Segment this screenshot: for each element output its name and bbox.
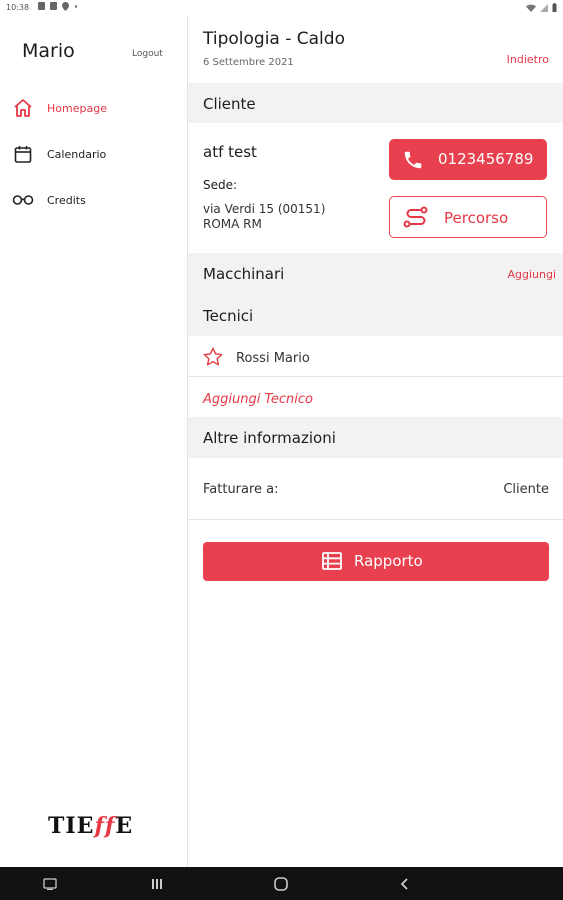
phone-icon: [402, 149, 424, 171]
sidebar-item-label: Calendario: [47, 147, 107, 161]
system-nav-bar: [0, 867, 563, 900]
status-time: 10:38: [6, 3, 30, 12]
report-button[interactable]: Rapporto: [203, 542, 549, 581]
list-item-technician[interactable]: Rossi Mario: [188, 336, 563, 377]
section-header-macchinari: Macchinari Aggiungi: [188, 253, 563, 295]
section-title: Altre informazioni: [203, 429, 336, 447]
billing-row: Fatturare a: Cliente: [188, 458, 563, 520]
call-button[interactable]: 0123456789: [389, 139, 547, 180]
home-icon: [12, 97, 34, 119]
sidebar: Mario Logout Homepage Calendario Credits…: [0, 16, 188, 867]
address-line: via Verdi 15 (00151): [203, 202, 326, 216]
notification-icon: [38, 2, 45, 10]
logo-text: E: [115, 813, 134, 839]
section-title: Tecnici: [203, 307, 254, 325]
star-outline-icon[interactable]: [202, 346, 224, 368]
keyboard-icon[interactable]: [41, 875, 59, 893]
signal-icon: [540, 3, 548, 12]
technician-name: Rossi Mario: [236, 351, 310, 366]
main-panel: Tipologia - Caldo 6 Settembre 2021 Indie…: [188, 16, 563, 867]
report-label: Rapporto: [354, 552, 423, 570]
location-icon: [62, 2, 69, 11]
billing-value: Cliente: [503, 482, 549, 497]
user-name: Mario: [22, 40, 75, 62]
back-nav-icon[interactable]: [396, 875, 414, 893]
calendar-icon: [12, 143, 34, 165]
notification-icon: [50, 2, 57, 10]
wifi-icon: [526, 4, 536, 12]
status-bar: 10:38: [0, 0, 563, 16]
sidebar-item-credits[interactable]: Credits: [12, 188, 86, 212]
sede-label: Sede:: [203, 178, 238, 192]
status-system-icons: [526, 3, 557, 12]
list-icon: [322, 552, 342, 570]
section-header-cliente: Cliente: [188, 83, 563, 123]
section-header-altre-informazioni: Altre informazioni: [188, 417, 563, 458]
page-title: Tipologia - Caldo: [203, 29, 345, 49]
add-machinery-button[interactable]: Aggiungi: [507, 268, 556, 281]
sidebar-item-calendario[interactable]: Calendario: [12, 142, 106, 166]
page-date: 6 Settembre 2021: [203, 57, 294, 68]
dot-icon: [74, 5, 78, 8]
route-button[interactable]: Percorso: [389, 196, 547, 238]
route-label: Percorso: [444, 209, 509, 227]
section-title: Macchinari: [203, 265, 285, 283]
home-button-icon[interactable]: [272, 875, 290, 893]
logo-text: TIE: [48, 813, 95, 839]
sidebar-item-label: Credits: [47, 193, 86, 207]
recent-apps-icon[interactable]: [148, 875, 166, 893]
client-name: atf test: [203, 143, 257, 161]
battery-icon: [552, 3, 557, 12]
status-notification-icons: [38, 2, 78, 11]
route-icon: [402, 206, 430, 228]
tieffe-logo: TIEffE: [48, 813, 133, 839]
sidebar-item-homepage[interactable]: Homepage: [12, 96, 107, 120]
back-button[interactable]: Indietro: [507, 53, 549, 66]
logout-button[interactable]: Logout: [132, 49, 163, 59]
logo-text-accent: ff: [94, 813, 116, 839]
section-title: Cliente: [203, 95, 256, 113]
add-technician-link[interactable]: Aggiungi Tecnico: [203, 392, 313, 407]
glasses-icon: [12, 189, 34, 211]
section-header-tecnici: Tecnici: [188, 295, 563, 336]
phone-number: 0123456789: [438, 150, 534, 168]
sidebar-item-label: Homepage: [47, 101, 107, 115]
address-line: ROMA RM: [203, 217, 262, 231]
billing-label: Fatturare a:: [203, 482, 279, 497]
